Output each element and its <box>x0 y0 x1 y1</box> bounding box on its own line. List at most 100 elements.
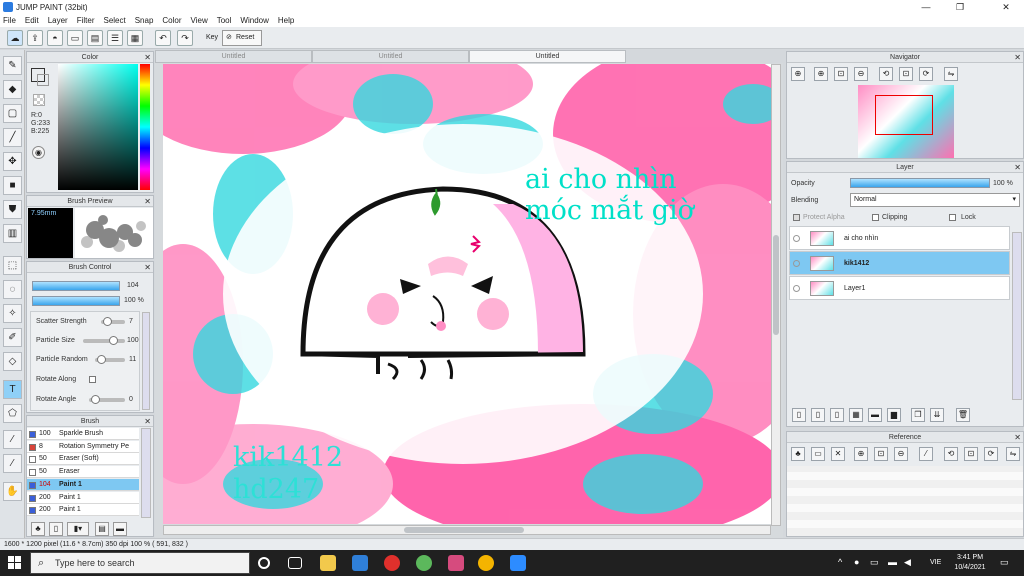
copy-brush-icon[interactable]: ▤ <box>95 522 109 536</box>
tree-icon[interactable]: ♣ <box>791 447 805 461</box>
eyedropper-alt-icon[interactable]: ⁄ <box>3 454 22 473</box>
menu-snap[interactable]: Snap <box>135 16 154 25</box>
line-tool-icon[interactable]: ╱ <box>3 128 22 147</box>
zoom-icon[interactable] <box>510 555 526 571</box>
magic-wand-icon[interactable]: ✧ <box>3 304 22 323</box>
fit-view-icon[interactable]: ⊡ <box>899 67 913 81</box>
close-icon[interactable]: ✕ <box>144 52 151 63</box>
transparent-swatch[interactable] <box>33 94 45 106</box>
canvas-vertical-scrollbar[interactable] <box>771 64 781 526</box>
menu-tool[interactable]: Tool <box>217 16 232 25</box>
close-icon[interactable]: ✕ <box>1014 162 1021 173</box>
jump-paint-icon[interactable] <box>448 555 464 571</box>
fill-layer-icon[interactable]: ▬ <box>868 408 882 422</box>
windows-start-icon[interactable] <box>8 556 22 570</box>
color-picker-square[interactable] <box>58 64 138 190</box>
network-icon[interactable]: ▭ <box>870 557 879 568</box>
language-indicator[interactable]: VIE <box>930 559 941 566</box>
chevron-up-icon[interactable]: ^ <box>838 557 842 567</box>
fit-screen-icon[interactable]: ⊡ <box>874 447 888 461</box>
taskbar-search-box[interactable]: ⌕ Type here to search <box>30 552 250 574</box>
menu-window[interactable]: Window <box>240 16 268 25</box>
reference-view[interactable] <box>787 466 1023 536</box>
rectangle-tool-icon[interactable]: ▢ <box>3 104 22 123</box>
menu-view[interactable]: View <box>191 16 208 25</box>
maximize-button[interactable]: ❐ <box>946 0 974 14</box>
layer-opacity-slider[interactable] <box>850 178 990 188</box>
volume-icon[interactable]: ◀ <box>904 557 911 568</box>
chrome-icon[interactable] <box>478 555 494 571</box>
select-pen-icon[interactable]: ✐ <box>3 328 22 347</box>
move-tool-icon[interactable]: ✥ <box>3 152 22 171</box>
navigator-viewport[interactable] <box>875 95 933 135</box>
layer-item[interactable]: ai cho nhìn <box>789 226 1010 250</box>
rotate-along-checkbox[interactable] <box>89 376 96 383</box>
navigator-thumbnail[interactable] <box>858 85 954 158</box>
layer-folder-icon[interactable]: ▆ <box>887 408 901 422</box>
fit-view-icon[interactable]: ⊡ <box>964 447 978 461</box>
new-layer-1bit-icon[interactable]: ▯ <box>830 408 844 422</box>
zoom-out-icon[interactable]: ⊖ <box>854 67 868 81</box>
microphone-icon[interactable]: ● <box>854 557 859 567</box>
minimize-button[interactable]: — <box>912 0 940 14</box>
copy-layer-icon[interactable]: ❐ <box>911 408 925 422</box>
redo-icon[interactable]: ↷ <box>177 30 193 46</box>
text-tool-icon[interactable]: T <box>3 380 22 399</box>
task-view-icon[interactable] <box>288 557 302 569</box>
select-rect-icon[interactable]: ⬚ <box>3 256 22 275</box>
merge-layer-icon[interactable]: ⇊ <box>930 408 944 422</box>
fit-screen-icon[interactable]: ⊡ <box>834 67 848 81</box>
menu-select[interactable]: Select <box>103 16 125 25</box>
chat-icon[interactable]: ◓ <box>47 30 63 46</box>
lock-checkbox[interactable] <box>949 214 956 221</box>
zoom-in-icon[interactable]: ⊕ <box>791 67 805 81</box>
undo-icon[interactable]: ↶ <box>155 30 171 46</box>
eyedropper-icon[interactable]: ⁄ <box>919 447 933 461</box>
eye-icon[interactable] <box>793 285 800 292</box>
flip-icon[interactable]: ⇋ <box>944 67 958 81</box>
rotate-right-icon[interactable]: ⟳ <box>919 67 933 81</box>
document-icon[interactable]: ▤ <box>87 30 103 46</box>
layer-item[interactable]: kik1412 <box>789 251 1010 275</box>
scatter-strength-slider[interactable] <box>101 317 125 326</box>
brush-size-slider[interactable] <box>32 281 120 291</box>
rotate-left-icon[interactable]: ⟲ <box>944 447 958 461</box>
particle-size-slider[interactable] <box>83 336 125 345</box>
shape-tool-icon[interactable]: ⬠ <box>3 404 22 423</box>
eye-icon[interactable] <box>793 235 800 242</box>
close-icon[interactable]: ✕ <box>1014 432 1021 443</box>
folder-icon[interactable]: ▬ <box>113 522 127 536</box>
menu-color[interactable]: Color <box>162 16 181 25</box>
rotate-right-icon[interactable]: ⟳ <box>984 447 998 461</box>
opera-icon[interactable] <box>384 555 400 571</box>
mail-icon[interactable] <box>352 555 368 571</box>
brush-list-item[interactable]: 200 Paint 1 <box>27 491 139 504</box>
menu-filter[interactable]: Filter <box>77 16 95 25</box>
menu-file[interactable]: File <box>3 16 16 25</box>
select-eraser-icon[interactable]: ◇ <box>3 352 22 371</box>
eraser-tool-icon[interactable]: ◆ <box>3 80 22 99</box>
close-icon[interactable]: ✕ <box>144 196 151 207</box>
zoom-in-alt-icon[interactable]: ⊕ <box>814 67 828 81</box>
grid-icon[interactable]: ▦ <box>127 30 143 46</box>
brush-list-item[interactable]: 104 Paint 1 <box>27 478 139 491</box>
brush-control-scrollbar[interactable] <box>142 312 150 410</box>
new-layer-icon[interactable]: ▯ <box>792 408 806 422</box>
menu-layer[interactable]: Layer <box>48 16 68 25</box>
tree-icon[interactable]: ♣ <box>31 522 45 536</box>
rotate-left-icon[interactable]: ⟲ <box>879 67 893 81</box>
drawing-canvas[interactable]: ai cho nhìn móc mắt giờ kik1412 hd247 <box>163 64 771 524</box>
eyedropper-icon[interactable]: ⁄ <box>3 430 22 449</box>
lasso-icon[interactable]: ◌ <box>3 280 22 299</box>
background-color-swatch[interactable] <box>37 74 49 86</box>
reset-button[interactable]: ⊘ Reset <box>222 30 262 46</box>
delete-layer-icon[interactable]: 🗑 <box>956 408 970 422</box>
cloud-icon[interactable]: ☁ <box>7 30 23 46</box>
comment-icon[interactable]: ▭ <box>67 30 83 46</box>
tab-untitled-1[interactable]: Untitled <box>155 50 312 63</box>
clipping-checkbox[interactable] <box>872 214 879 221</box>
zoom-in-icon[interactable]: ⊕ <box>854 447 868 461</box>
close-icon[interactable]: ✕ <box>144 262 151 273</box>
canvas-horizontal-scrollbar[interactable] <box>163 525 771 535</box>
close-icon[interactable]: ✕ <box>144 416 151 427</box>
